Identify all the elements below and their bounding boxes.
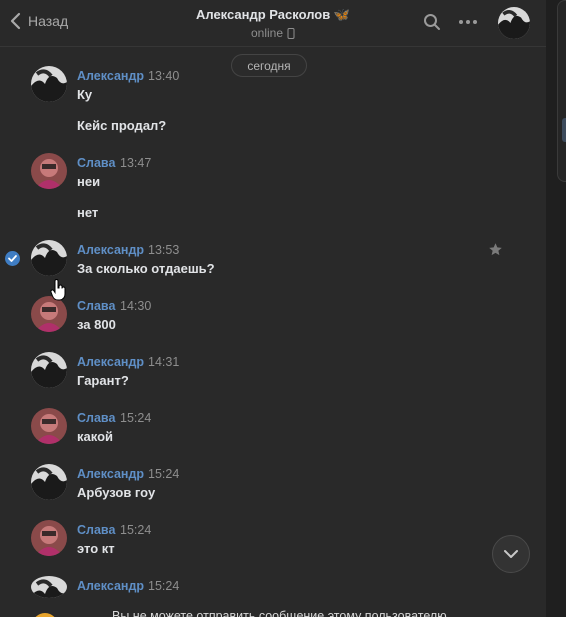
message-author[interactable]: Александр	[77, 579, 144, 593]
message-time: 13:53	[148, 243, 180, 257]
avatar[interactable]	[31, 352, 67, 388]
online-status: online	[160, 26, 386, 40]
hand-cursor-icon	[50, 279, 66, 301]
message-author[interactable]: Александр	[77, 69, 144, 83]
avatar[interactable]	[31, 464, 67, 500]
avatar[interactable]	[31, 153, 67, 189]
message-text: какой	[77, 429, 114, 444]
message-author[interactable]: Слава	[77, 523, 115, 537]
selected-check-icon[interactable]	[5, 251, 20, 266]
side-panel-card	[557, 0, 566, 182]
message-author[interactable]: Александр	[77, 355, 144, 369]
message-text: Кейс продал?	[77, 118, 167, 133]
chat-title: Александр Расколов 🦋	[195, 7, 351, 22]
message-time: 15:24	[148, 467, 180, 481]
avatar[interactable]	[31, 296, 67, 332]
side-panel-accent	[562, 118, 566, 142]
message-author[interactable]: Слава	[77, 299, 115, 313]
avatar[interactable]	[31, 576, 67, 598]
message-text: Гарант?	[77, 373, 129, 388]
message-time: 15:24	[120, 523, 152, 537]
avatar[interactable]	[31, 66, 67, 102]
message-text: это кт	[77, 541, 115, 556]
message-text: за 800	[77, 317, 116, 332]
message-text: неи	[77, 174, 101, 189]
message-author[interactable]: Александр	[77, 467, 144, 481]
message-time: 14:30	[120, 299, 152, 313]
message-text: Ку	[77, 87, 93, 102]
message-text: нет	[77, 205, 99, 220]
avatar[interactable]	[31, 408, 67, 444]
footer-notice: Вы не можете отправить сообщение этому п…	[112, 609, 447, 617]
avatar[interactable]	[31, 240, 67, 276]
avatar[interactable]	[31, 520, 67, 556]
footer-avatar	[32, 613, 58, 617]
more-icon[interactable]	[458, 19, 478, 25]
scroll-down-button[interactable]	[492, 535, 530, 573]
message-author[interactable]: Слава	[77, 411, 115, 425]
back-button[interactable]: Назад	[10, 12, 68, 30]
header-avatar[interactable]	[498, 7, 530, 39]
date-divider: сегодня	[231, 54, 307, 77]
star-icon[interactable]	[488, 242, 503, 257]
chevron-left-icon	[10, 12, 21, 30]
search-icon[interactable]	[423, 13, 441, 31]
message-author[interactable]: Александр	[77, 243, 144, 257]
message-text: Арбузов гоу	[77, 485, 156, 500]
message-time: 13:40	[148, 69, 180, 83]
chat-window: Назад Александр Расколов 🦋 online сегодн…	[0, 0, 546, 617]
status-text: online	[250, 26, 284, 40]
message-time: 13:47	[120, 156, 152, 170]
message-time: 15:24	[148, 579, 180, 593]
message-time: 14:31	[148, 355, 180, 369]
chat-title-block[interactable]: Александр Расколов 🦋 online	[160, 7, 386, 40]
chevron-down-icon	[504, 550, 518, 558]
message-text: За сколько отдаешь?	[77, 261, 215, 276]
message-time: 15:24	[120, 411, 152, 425]
chat-header: Назад Александр Расколов 🦋 online	[0, 0, 546, 47]
back-label: Назад	[28, 13, 69, 29]
message-author[interactable]: Слава	[77, 156, 115, 170]
phone-icon	[287, 27, 295, 39]
